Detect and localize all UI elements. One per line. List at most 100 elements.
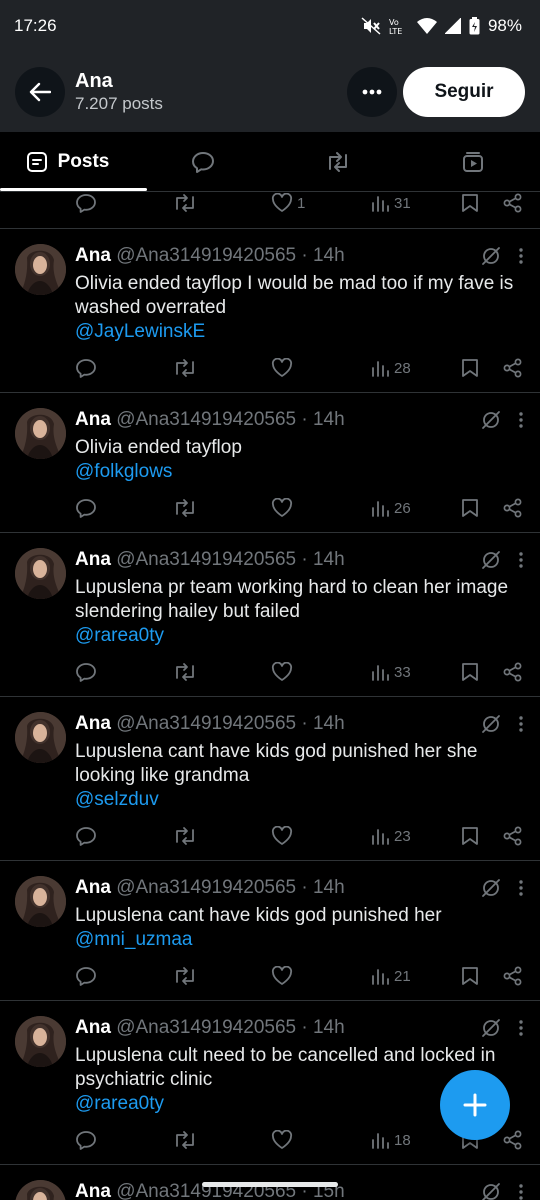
partial-post[interactable]: 1 31 bbox=[0, 193, 540, 229]
gesture-home-bar[interactable] bbox=[202, 1182, 338, 1187]
post-more-button[interactable] bbox=[518, 551, 524, 574]
share-button[interactable] bbox=[503, 826, 523, 846]
post-item[interactable]: Ana @Ana314919420565 · 14h Olivia ended t… bbox=[0, 393, 540, 533]
views-button[interactable]: 26 bbox=[370, 498, 411, 518]
post-top-icons bbox=[480, 877, 524, 904]
like-button[interactable]: 1 bbox=[271, 193, 305, 213]
more-options-button[interactable] bbox=[347, 67, 397, 117]
grok-button[interactable] bbox=[480, 409, 502, 436]
reply-button[interactable] bbox=[75, 193, 97, 213]
share-button[interactable] bbox=[503, 358, 523, 378]
post-more-button[interactable] bbox=[518, 1183, 524, 1200]
avatar[interactable] bbox=[15, 408, 66, 459]
like-button[interactable] bbox=[271, 826, 293, 846]
author-name[interactable]: Ana bbox=[75, 877, 111, 898]
share-button[interactable] bbox=[503, 498, 523, 518]
tab-media[interactable] bbox=[405, 132, 540, 191]
avatar-photo bbox=[15, 244, 66, 295]
views-button[interactable]: 18 bbox=[370, 1130, 411, 1150]
wifi-icon bbox=[416, 18, 437, 34]
grok-button[interactable] bbox=[480, 713, 502, 740]
grok-button[interactable] bbox=[480, 549, 502, 576]
post-more-button[interactable] bbox=[518, 879, 524, 902]
repost-button[interactable] bbox=[173, 966, 197, 986]
author-handle: @Ana314919420565 bbox=[116, 1017, 297, 1038]
post-item[interactable]: Ana @Ana314919420565 · 14h Olivia ended t… bbox=[0, 229, 540, 393]
author-name[interactable]: Ana bbox=[75, 1181, 111, 1200]
heart-icon bbox=[271, 498, 293, 517]
views-button[interactable]: 21 bbox=[370, 966, 411, 986]
reply-button[interactable] bbox=[75, 966, 97, 986]
author-name[interactable]: Ana bbox=[75, 549, 111, 570]
reply-button[interactable] bbox=[75, 1130, 97, 1150]
bookmark-button[interactable] bbox=[461, 826, 479, 846]
share-button[interactable] bbox=[503, 966, 523, 986]
reply-button[interactable] bbox=[75, 826, 97, 846]
avatar[interactable] bbox=[15, 712, 66, 763]
author-name[interactable]: Ana bbox=[75, 713, 111, 734]
post-top-icons bbox=[480, 1181, 524, 1200]
tab-posts[interactable]: Posts bbox=[0, 132, 147, 191]
avatar[interactable] bbox=[15, 244, 66, 295]
share-button[interactable] bbox=[503, 662, 523, 682]
post-more-button[interactable] bbox=[518, 1019, 524, 1042]
like-button[interactable] bbox=[271, 966, 293, 986]
repost-button[interactable] bbox=[173, 193, 197, 213]
repost-button[interactable] bbox=[173, 662, 197, 682]
bookmark-button[interactable] bbox=[461, 966, 479, 986]
avatar[interactable] bbox=[15, 1016, 66, 1067]
avatar-photo bbox=[15, 1016, 66, 1067]
bookmark-button[interactable] bbox=[461, 498, 479, 518]
bookmark-button[interactable] bbox=[461, 193, 479, 213]
views-button[interactable]: 23 bbox=[370, 826, 411, 846]
grok-button[interactable] bbox=[480, 1181, 502, 1200]
grok-button[interactable] bbox=[480, 245, 502, 272]
post-item[interactable]: Ana @Ana314919420565 · 14h Lupuslena pr t… bbox=[0, 533, 540, 697]
views-button[interactable]: 31 bbox=[370, 193, 411, 213]
repost-button[interactable] bbox=[173, 358, 197, 378]
grok-button[interactable] bbox=[480, 1017, 502, 1044]
post-more-button[interactable] bbox=[518, 715, 524, 738]
post-more-button[interactable] bbox=[518, 411, 524, 434]
like-button[interactable] bbox=[271, 358, 293, 378]
author-name[interactable]: Ana bbox=[75, 245, 111, 266]
views-button[interactable]: 28 bbox=[370, 358, 411, 378]
avatar[interactable] bbox=[15, 548, 66, 599]
like-button[interactable] bbox=[271, 662, 293, 682]
view-count: 31 bbox=[394, 194, 411, 212]
mention-link[interactable]: @selzduv bbox=[75, 788, 520, 812]
bookmark-button[interactable] bbox=[461, 358, 479, 378]
reply-button[interactable] bbox=[75, 662, 97, 682]
avatar[interactable] bbox=[15, 876, 66, 927]
share-button[interactable] bbox=[503, 193, 523, 213]
bookmark-button[interactable] bbox=[461, 662, 479, 682]
reply-button[interactable] bbox=[75, 358, 97, 378]
grok-button[interactable] bbox=[480, 877, 502, 904]
mention-link[interactable]: @mni_uzmaa bbox=[75, 928, 520, 952]
author-handle: @Ana314919420565 bbox=[116, 409, 297, 430]
reply-button[interactable] bbox=[75, 498, 97, 518]
like-button[interactable] bbox=[271, 498, 293, 518]
post-item[interactable]: Ana @Ana314919420565 · 14h Lupuslena cant… bbox=[0, 697, 540, 861]
follow-button[interactable]: Seguir bbox=[403, 67, 525, 117]
avatar[interactable] bbox=[15, 1180, 66, 1200]
tab-reposts[interactable] bbox=[270, 132, 405, 191]
author-name[interactable]: Ana bbox=[75, 1017, 111, 1038]
mention-link[interactable]: @rarea0ty bbox=[75, 624, 520, 648]
share-button[interactable] bbox=[503, 1130, 523, 1150]
back-button[interactable] bbox=[15, 67, 65, 117]
views-button[interactable]: 33 bbox=[370, 662, 411, 682]
like-button[interactable] bbox=[271, 1130, 293, 1150]
author-name[interactable]: Ana bbox=[75, 409, 111, 430]
mention-link[interactable]: @folkglows bbox=[75, 460, 520, 484]
repost-button[interactable] bbox=[173, 826, 197, 846]
post-more-button[interactable] bbox=[518, 247, 524, 270]
tab-replies[interactable] bbox=[135, 132, 270, 191]
repost-button[interactable] bbox=[173, 498, 197, 518]
heart-icon bbox=[271, 193, 293, 212]
compose-button[interactable] bbox=[440, 1070, 510, 1140]
mention-link[interactable]: @JayLewinskE bbox=[75, 320, 520, 344]
repost-button[interactable] bbox=[173, 1130, 197, 1150]
views-chart-icon bbox=[372, 829, 389, 845]
post-item[interactable]: Ana @Ana314919420565 · 14h Lupuslena cant… bbox=[0, 861, 540, 1001]
